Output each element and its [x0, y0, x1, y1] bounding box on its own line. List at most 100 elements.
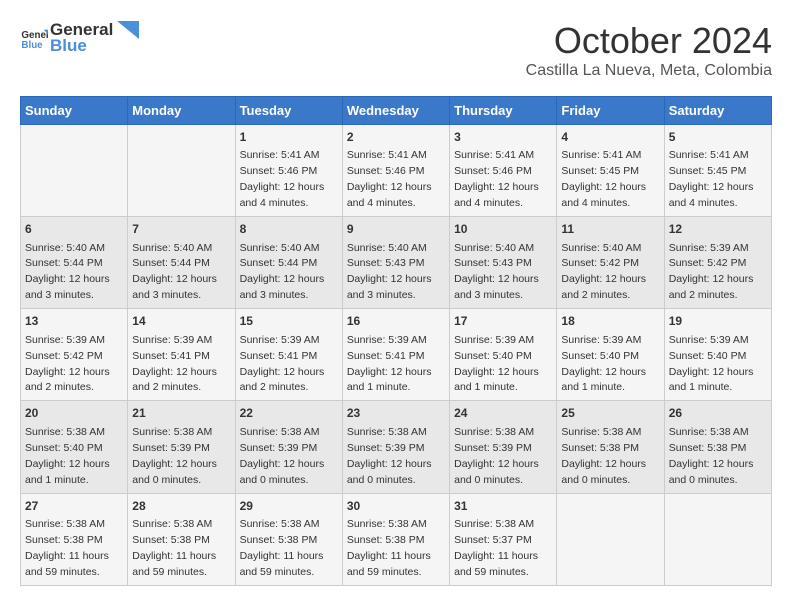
day-info: Sunrise: 5:38 AM Sunset: 5:38 PM Dayligh…: [561, 426, 646, 486]
calendar-day-cell: [664, 493, 771, 585]
day-info: Sunrise: 5:38 AM Sunset: 5:39 PM Dayligh…: [132, 426, 217, 486]
weekday-header-cell: Friday: [557, 97, 664, 125]
day-number: 4: [561, 129, 659, 146]
day-number: 18: [561, 313, 659, 330]
day-number: 19: [669, 313, 767, 330]
day-info: Sunrise: 5:41 AM Sunset: 5:45 PM Dayligh…: [561, 149, 646, 209]
calendar-day-cell: 11Sunrise: 5:40 AM Sunset: 5:42 PM Dayli…: [557, 217, 664, 309]
day-number: 2: [347, 129, 445, 146]
day-info: Sunrise: 5:40 AM Sunset: 5:43 PM Dayligh…: [454, 242, 539, 302]
day-info: Sunrise: 5:38 AM Sunset: 5:39 PM Dayligh…: [347, 426, 432, 486]
weekday-header-row: SundayMondayTuesdayWednesdayThursdayFrid…: [21, 97, 772, 125]
calendar-day-cell: 17Sunrise: 5:39 AM Sunset: 5:40 PM Dayli…: [450, 309, 557, 401]
calendar-day-cell: 30 Sunrise: 5:38 AM Sunset: 5:38 PM Dayli…: [342, 493, 449, 585]
day-info: Sunrise: 5:41 AM Sunset: 5:46 PM Dayligh…: [347, 149, 432, 209]
day-info: Sunrise: 5:41 AM Sunset: 5:45 PM Dayligh…: [669, 149, 754, 209]
day-info: Sunrise: 5:40 AM Sunset: 5:43 PM Dayligh…: [347, 242, 432, 302]
day-info: Sunrise: 5:39 AM Sunset: 5:42 PM Dayligh…: [25, 334, 110, 394]
calendar-body: 1 Sunrise: 5:41 AM Sunset: 5:46 PM Daylig…: [21, 125, 772, 586]
day-info: Sunrise: 5:40 AM Sunset: 5:44 PM Dayligh…: [240, 242, 325, 302]
svg-text:Blue: Blue: [21, 40, 43, 51]
page-header: General Blue General Blue October 2024 C…: [20, 20, 772, 80]
day-info: Sunrise: 5:41 AM Sunset: 5:46 PM Dayligh…: [240, 149, 325, 209]
calendar-day-cell: 5 Sunrise: 5:41 AM Sunset: 5:45 PM Daylig…: [664, 125, 771, 217]
calendar-day-cell: 7Sunrise: 5:40 AM Sunset: 5:44 PM Daylig…: [128, 217, 235, 309]
calendar-table: SundayMondayTuesdayWednesdayThursdayFrid…: [20, 96, 772, 586]
title-block: October 2024 Castilla La Nueva, Meta, Co…: [526, 20, 772, 80]
logo: General Blue General Blue: [20, 20, 139, 56]
day-info: Sunrise: 5:39 AM Sunset: 5:41 PM Dayligh…: [240, 334, 325, 394]
calendar-day-cell: 22 Sunrise: 5:38 AM Sunset: 5:39 PM Dayli…: [235, 401, 342, 493]
day-number: 15: [240, 313, 338, 330]
day-info: Sunrise: 5:38 AM Sunset: 5:37 PM Dayligh…: [454, 518, 538, 578]
day-info: Sunrise: 5:39 AM Sunset: 5:40 PM Dayligh…: [561, 334, 646, 394]
day-info: Sunrise: 5:38 AM Sunset: 5:40 PM Dayligh…: [25, 426, 110, 486]
day-number: 5: [669, 129, 767, 146]
weekday-header-cell: Sunday: [21, 97, 128, 125]
weekday-header-cell: Tuesday: [235, 97, 342, 125]
day-number: 9: [347, 221, 445, 238]
calendar-day-cell: [21, 125, 128, 217]
calendar-day-cell: 12 Sunrise: 5:39 AM Sunset: 5:42 PM Dayli…: [664, 217, 771, 309]
day-info: Sunrise: 5:41 AM Sunset: 5:46 PM Dayligh…: [454, 149, 539, 209]
calendar-day-cell: [128, 125, 235, 217]
calendar-day-cell: 6Sunrise: 5:40 AM Sunset: 5:44 PM Daylig…: [21, 217, 128, 309]
calendar-day-cell: 27 Sunrise: 5:38 AM Sunset: 5:38 PM Dayli…: [21, 493, 128, 585]
day-number: 8: [240, 221, 338, 238]
calendar-day-cell: 3 Sunrise: 5:41 AM Sunset: 5:46 PM Daylig…: [450, 125, 557, 217]
day-number: 30: [347, 498, 445, 515]
calendar-day-cell: 10Sunrise: 5:40 AM Sunset: 5:43 PM Dayli…: [450, 217, 557, 309]
month-title: October 2024: [526, 20, 772, 62]
calendar-week-row: 1 Sunrise: 5:41 AM Sunset: 5:46 PM Daylig…: [21, 125, 772, 217]
calendar-day-cell: 31Sunrise: 5:38 AM Sunset: 5:37 PM Dayli…: [450, 493, 557, 585]
logo-icon: General Blue: [20, 24, 48, 52]
day-info: Sunrise: 5:40 AM Sunset: 5:44 PM Dayligh…: [25, 242, 110, 302]
day-number: 22: [240, 405, 338, 422]
day-info: Sunrise: 5:38 AM Sunset: 5:38 PM Dayligh…: [132, 518, 216, 578]
day-number: 7: [132, 221, 230, 238]
day-number: 12: [669, 221, 767, 238]
day-number: 3: [454, 129, 552, 146]
day-number: 26: [669, 405, 767, 422]
day-info: Sunrise: 5:39 AM Sunset: 5:41 PM Dayligh…: [132, 334, 217, 394]
calendar-day-cell: 1 Sunrise: 5:41 AM Sunset: 5:46 PM Daylig…: [235, 125, 342, 217]
calendar-day-cell: 9 Sunrise: 5:40 AM Sunset: 5:43 PM Daylig…: [342, 217, 449, 309]
calendar-week-row: 13Sunrise: 5:39 AM Sunset: 5:42 PM Dayli…: [21, 309, 772, 401]
calendar-day-cell: 16Sunrise: 5:39 AM Sunset: 5:41 PM Dayli…: [342, 309, 449, 401]
calendar-day-cell: 23 Sunrise: 5:38 AM Sunset: 5:39 PM Dayli…: [342, 401, 449, 493]
day-number: 21: [132, 405, 230, 422]
calendar-day-cell: 21 Sunrise: 5:38 AM Sunset: 5:39 PM Dayli…: [128, 401, 235, 493]
day-number: 17: [454, 313, 552, 330]
day-info: Sunrise: 5:39 AM Sunset: 5:40 PM Dayligh…: [669, 334, 754, 394]
day-info: Sunrise: 5:38 AM Sunset: 5:38 PM Dayligh…: [240, 518, 324, 578]
day-info: Sunrise: 5:38 AM Sunset: 5:39 PM Dayligh…: [454, 426, 539, 486]
weekday-header-cell: Saturday: [664, 97, 771, 125]
calendar-day-cell: 25 Sunrise: 5:38 AM Sunset: 5:38 PM Dayli…: [557, 401, 664, 493]
day-info: Sunrise: 5:38 AM Sunset: 5:38 PM Dayligh…: [25, 518, 109, 578]
calendar-day-cell: 2 Sunrise: 5:41 AM Sunset: 5:46 PM Daylig…: [342, 125, 449, 217]
day-info: Sunrise: 5:38 AM Sunset: 5:39 PM Dayligh…: [240, 426, 325, 486]
day-number: 14: [132, 313, 230, 330]
day-info: Sunrise: 5:39 AM Sunset: 5:42 PM Dayligh…: [669, 242, 754, 302]
day-number: 20: [25, 405, 123, 422]
day-number: 16: [347, 313, 445, 330]
calendar-day-cell: 19 Sunrise: 5:39 AM Sunset: 5:40 PM Dayli…: [664, 309, 771, 401]
logo-arrow-icon: [117, 21, 139, 39]
day-number: 27: [25, 498, 123, 515]
day-number: 1: [240, 129, 338, 146]
calendar-day-cell: 15 Sunrise: 5:39 AM Sunset: 5:41 PM Dayli…: [235, 309, 342, 401]
day-number: 25: [561, 405, 659, 422]
calendar-day-cell: 24Sunrise: 5:38 AM Sunset: 5:39 PM Dayli…: [450, 401, 557, 493]
day-info: Sunrise: 5:38 AM Sunset: 5:38 PM Dayligh…: [347, 518, 431, 578]
calendar-day-cell: 26Sunrise: 5:38 AM Sunset: 5:38 PM Dayli…: [664, 401, 771, 493]
day-number: 23: [347, 405, 445, 422]
calendar-day-cell: 4 Sunrise: 5:41 AM Sunset: 5:45 PM Daylig…: [557, 125, 664, 217]
calendar-day-cell: 20 Sunrise: 5:38 AM Sunset: 5:40 PM Dayli…: [21, 401, 128, 493]
calendar-week-row: 20 Sunrise: 5:38 AM Sunset: 5:40 PM Dayli…: [21, 401, 772, 493]
calendar-day-cell: [557, 493, 664, 585]
day-info: Sunrise: 5:40 AM Sunset: 5:42 PM Dayligh…: [561, 242, 646, 302]
day-number: 29: [240, 498, 338, 515]
weekday-header-cell: Monday: [128, 97, 235, 125]
calendar-day-cell: 14 Sunrise: 5:39 AM Sunset: 5:41 PM Dayli…: [128, 309, 235, 401]
weekday-header-cell: Thursday: [450, 97, 557, 125]
